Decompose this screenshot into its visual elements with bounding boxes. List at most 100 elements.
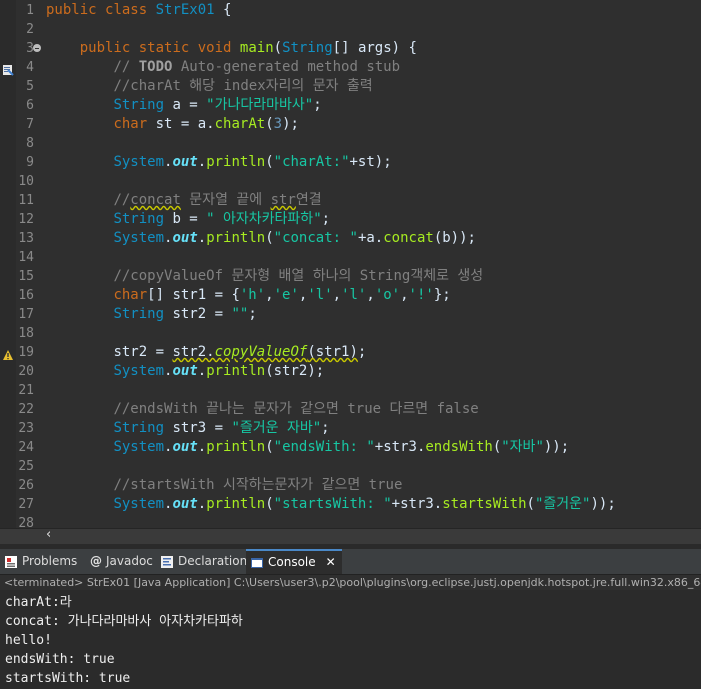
tab-problems-label: Problems xyxy=(22,554,78,568)
tab-console-label: Console xyxy=(268,555,316,569)
console-line: charAt:라 xyxy=(5,595,72,610)
line-number: 25 xyxy=(18,459,34,474)
code-line[interactable]: 20 System.out.println(str2); xyxy=(0,362,701,381)
line-number: 14 xyxy=(18,250,34,265)
line-number: 10 xyxy=(18,174,34,189)
code-text: char st = a.charAt(3); xyxy=(113,116,299,132)
code-text: String str3 = "즐거운 자바"; xyxy=(113,420,330,436)
line-number: 21 xyxy=(18,383,34,398)
code-text: //startsWith 시작하는문자가 같으면 true xyxy=(113,477,403,493)
code-line[interactable]: 11 //concat 문자열 끝에 str연결 xyxy=(0,191,701,210)
code-text: //endsWith 끝나는 문자가 같으면 true 다르면 false xyxy=(113,401,479,417)
code-text: public static void main(String[] args) { xyxy=(79,40,417,56)
line-number: 15 xyxy=(18,269,34,284)
code-text: //copyValueOf 문자형 배열 하나의 String객체로 생성 xyxy=(113,268,484,284)
line-number: 27 xyxy=(18,497,34,512)
code-line[interactable]: 13 System.out.println("concat: "+a.conca… xyxy=(0,229,701,248)
tab-problems[interactable]: Problems xyxy=(4,549,77,574)
code-line[interactable]: 23 String str3 = "즐거운 자바"; xyxy=(0,419,701,438)
line-number: 16 xyxy=(18,288,34,303)
code-line[interactable]: 21 xyxy=(0,381,701,400)
code-text: public class StrEx01 { xyxy=(46,2,232,18)
code-text: char[] str1 = {'h','e','l','l','o','!'}; xyxy=(113,287,451,303)
code-text: String a = "가나다라마바사"; xyxy=(113,97,322,113)
close-icon[interactable]: ✕ xyxy=(326,551,336,574)
line-number: 22 xyxy=(18,402,34,417)
problems-icon xyxy=(5,555,17,568)
code-line[interactable]: 4 // TODO Auto-generated method stub xyxy=(0,58,701,77)
code-text: String b = " 아자차카타파하"; xyxy=(113,211,331,227)
line-number: 12 xyxy=(18,212,34,227)
line-number: 18 xyxy=(18,326,34,341)
javadoc-icon: @ xyxy=(90,554,102,568)
line-number: 20 xyxy=(18,364,34,379)
code-editor[interactable]: 1 public class StrEx01 {2 3 public static … xyxy=(0,0,701,528)
console-status: <terminated> StrEx01 [Java Application] … xyxy=(0,575,701,590)
code-text: System.out.println("concat: "+a.concat(b… xyxy=(113,230,476,246)
line-number: 17 xyxy=(18,307,34,322)
code-line[interactable]: 14 xyxy=(0,248,701,267)
code-line[interactable]: 8 xyxy=(0,134,701,153)
code-line[interactable]: 12 String b = " 아자차카타파하"; xyxy=(0,210,701,229)
code-text: //charAt 해당 index자리의 문자 출력 xyxy=(113,78,373,94)
horizontal-scrollbar[interactable]: ‹ xyxy=(0,527,701,544)
code-line[interactable]: 3 public static void main(String[] args)… xyxy=(0,39,701,58)
line-number: 26 xyxy=(18,478,34,493)
line-number: 5 xyxy=(26,79,34,94)
code-line[interactable]: 7 char st = a.charAt(3); xyxy=(0,115,701,134)
code-text: // TODO Auto-generated method stub xyxy=(113,59,401,75)
line-number: 8 xyxy=(26,136,34,151)
console-output[interactable]: charAt:라 concat: 가나다라마바사 아자차카타파하 hello! … xyxy=(0,590,701,689)
warning-icon[interactable] xyxy=(2,346,14,360)
code-line[interactable]: 2 xyxy=(0,20,701,39)
code-line[interactable]: 10 xyxy=(0,172,701,191)
code-line[interactable]: 24 System.out.println("endsWith: "+str3.… xyxy=(0,438,701,457)
console-line: startsWith: true xyxy=(5,671,131,686)
tab-declaration-label: Declaration xyxy=(178,554,248,568)
code-line[interactable]: 19 str2 = str2.copyValueOf(str1); xyxy=(0,343,701,362)
line-number: 2 xyxy=(26,22,34,37)
console-line: hello! xyxy=(5,633,52,648)
code-line[interactable]: 18 xyxy=(0,324,701,343)
tab-declaration[interactable]: Declaration xyxy=(160,549,247,574)
line-number: 1 xyxy=(26,3,34,18)
task-marker-icon[interactable] xyxy=(2,61,14,76)
code-text: //concat 문자열 끝에 str연결 xyxy=(113,192,322,208)
line-number: 9 xyxy=(26,155,34,170)
line-number: 19 xyxy=(18,345,34,360)
line-number: 3 xyxy=(26,41,34,56)
code-line[interactable]: 16 char[] str1 = {'h','e','l','l','o','!… xyxy=(0,286,701,305)
code-text: System.out.println(str2); xyxy=(113,363,325,379)
declaration-icon xyxy=(161,555,173,568)
code-line[interactable]: 26 //startsWith 시작하는문자가 같으면 true xyxy=(0,476,701,495)
code-line[interactable]: 5 //charAt 해당 index자리의 문자 출력 xyxy=(0,77,701,96)
line-number: 28 xyxy=(18,516,34,528)
line-number: 23 xyxy=(18,421,34,436)
tab-console[interactable]: Console ✕ xyxy=(246,549,342,574)
code-text: System.out.println("startsWith: "+str3.s… xyxy=(113,496,616,512)
fold-toggle-icon[interactable] xyxy=(33,44,41,52)
code-line[interactable]: 15 //copyValueOf 문자형 배열 하나의 String객체로 생성 xyxy=(0,267,701,286)
code-line[interactable]: 6 String a = "가나다라마바사"; xyxy=(0,96,701,115)
code-text: System.out.println("charAt:"+st); xyxy=(113,154,392,170)
tab-javadoc-label: Javadoc xyxy=(106,554,153,568)
code-line[interactable]: 25 xyxy=(0,457,701,476)
line-number: 11 xyxy=(18,193,34,208)
code-line[interactable]: 1 public class StrEx01 { xyxy=(0,1,701,20)
code-line[interactable]: 27 System.out.println("startsWith: "+str… xyxy=(0,495,701,514)
bottom-panel-tabs: Problems @ Javadoc Declaration Console ✕ xyxy=(0,549,701,575)
console-line: endsWith: true xyxy=(5,652,115,667)
code-text: System.out.println("endsWith: "+str3.end… xyxy=(113,439,570,455)
console-icon xyxy=(251,557,263,568)
tab-javadoc[interactable]: @ Javadoc xyxy=(90,549,153,574)
code-line[interactable]: 22 //endsWith 끝나는 문자가 같으면 true 다르면 false xyxy=(0,400,701,419)
code-line[interactable]: 17 String str2 = ""; xyxy=(0,305,701,324)
code-line[interactable]: 9 System.out.println("charAt:"+st); xyxy=(0,153,701,172)
code-text: str2 = str2.copyValueOf(str1); xyxy=(113,344,367,360)
line-number: 4 xyxy=(26,60,34,75)
code-line[interactable]: 28 xyxy=(0,514,701,528)
line-number: 6 xyxy=(26,98,34,113)
scroll-left-icon[interactable]: ‹ xyxy=(46,527,51,542)
line-number: 7 xyxy=(26,117,34,132)
line-number: 24 xyxy=(18,440,34,455)
